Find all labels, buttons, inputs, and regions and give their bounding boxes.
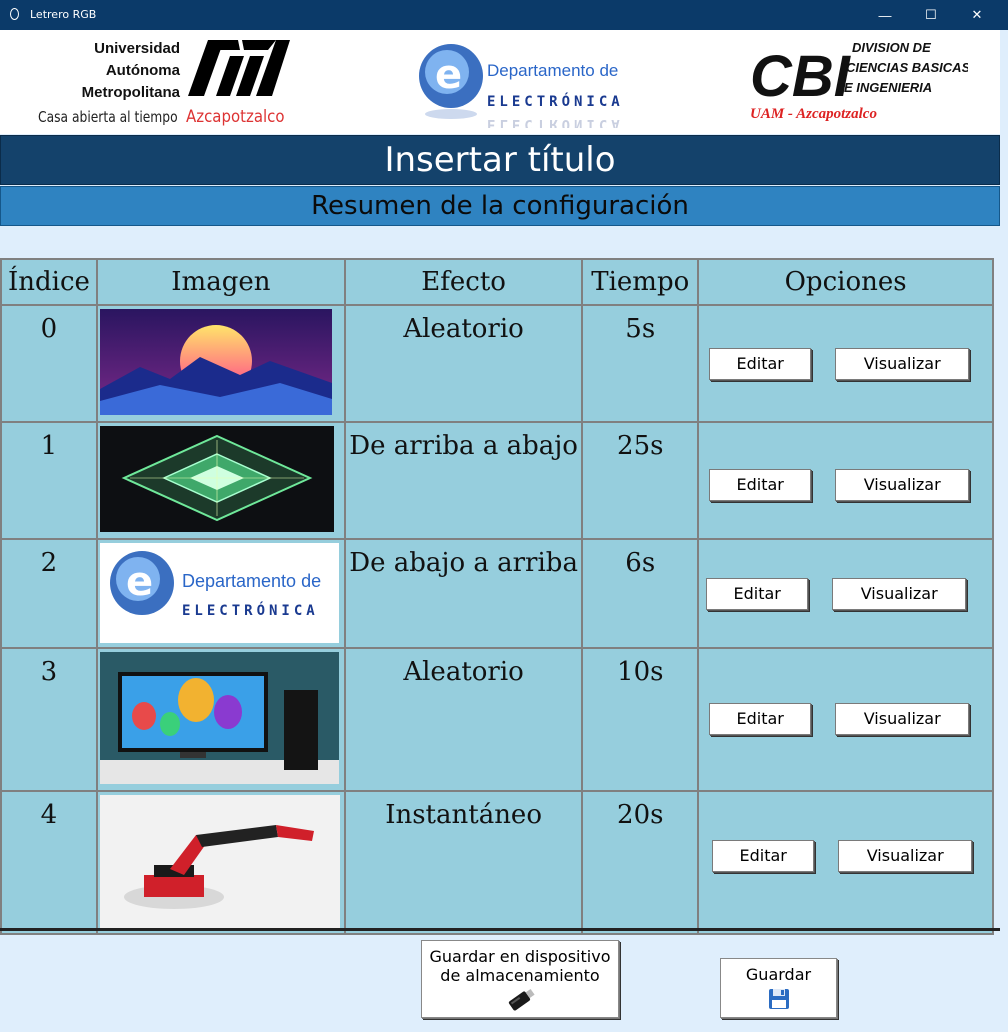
electronica-logo-image[interactable]: e Departamento de ELECTRÓNICA bbox=[99, 543, 339, 643]
row-image-cell bbox=[95, 647, 346, 792]
row-time: 10s bbox=[581, 647, 700, 792]
row-options: Editar Visualizar bbox=[697, 647, 994, 792]
row-options: Editar Visualizar bbox=[697, 790, 994, 935]
row-image-cell bbox=[95, 421, 346, 540]
balloons-monitor-image[interactable] bbox=[99, 652, 339, 784]
window-title: Letrero RGB bbox=[30, 8, 97, 21]
view-button[interactable]: Visualizar bbox=[835, 348, 970, 380]
svg-text:e: e bbox=[126, 559, 153, 605]
app-icon bbox=[10, 8, 19, 20]
col-header-image: Imagen bbox=[95, 258, 346, 306]
row-image-cell bbox=[95, 790, 346, 935]
col-header-index: Índice bbox=[0, 258, 98, 306]
row-time: 5s bbox=[581, 304, 700, 423]
electronica-logo: e Departamento de ELECTRÓNICA ELECTRÓNIC… bbox=[419, 44, 624, 128]
window-right-edge bbox=[1000, 30, 1008, 1032]
col-header-effect: Efecto bbox=[343, 258, 584, 306]
page-title: Insertar título bbox=[0, 135, 1000, 185]
footer-divider bbox=[0, 928, 1000, 931]
row-index: 2 bbox=[0, 538, 98, 649]
led-matrix-image[interactable] bbox=[99, 426, 334, 532]
dept-line1: Departamento de bbox=[487, 61, 618, 80]
row-effect: Aleatorio bbox=[343, 647, 584, 792]
robot-arm-image[interactable] bbox=[99, 795, 340, 929]
row-effect: De arriba a abajo bbox=[343, 421, 584, 540]
cbi-line3: E INGENIERIA bbox=[844, 80, 932, 95]
row-effect: De abajo a arriba bbox=[343, 538, 584, 649]
cbi-campus: UAM - Azcapotzalco bbox=[750, 106, 877, 122]
edit-button[interactable]: Editar bbox=[712, 840, 815, 872]
table-row: 4 Instantáneo 20s Editar Visualizar bbox=[0, 790, 994, 935]
row-index: 1 bbox=[0, 421, 98, 540]
synthwave-sunset-image[interactable] bbox=[99, 309, 332, 415]
edit-button[interactable]: Editar bbox=[706, 578, 809, 610]
row-effect: Instantáneo bbox=[343, 790, 584, 935]
table-row: 3 Aleatorio 10s Editar Visualizar bbox=[0, 647, 994, 792]
row-options: Editar Visualizar bbox=[697, 538, 994, 649]
uam-name-line3: Metropolitana bbox=[81, 84, 180, 101]
cbi-line2: CIENCIAS BASICAS bbox=[846, 60, 968, 75]
table-row: 2 e Departamento de ELECTRÓNICA De abajo… bbox=[0, 538, 994, 649]
uam-logo bbox=[188, 40, 290, 96]
row-time: 20s bbox=[581, 790, 700, 935]
close-button[interactable]: ✕ bbox=[954, 0, 1000, 30]
cbi-logo: CBI DIVISION DE CIENCIAS BASICAS E INGEN… bbox=[750, 40, 968, 122]
page-subtitle: Resumen de la configuración bbox=[0, 186, 1000, 226]
row-index: 3 bbox=[0, 647, 98, 792]
view-button[interactable]: Visualizar bbox=[832, 578, 967, 610]
cbi-short: CBI bbox=[750, 44, 852, 109]
view-button[interactable]: Visualizar bbox=[835, 703, 970, 735]
col-header-time: Tiempo bbox=[581, 258, 700, 306]
table-row: 0 Aleatorio 5s Editar Visualizar bbox=[0, 304, 994, 423]
row-index: 0 bbox=[0, 304, 98, 423]
row-time: 6s bbox=[581, 538, 700, 649]
row-effect: Aleatorio bbox=[343, 304, 584, 423]
save-to-device-button[interactable]: Guardar en dispositivo de almacenamiento bbox=[421, 940, 619, 1018]
floppy-disk-icon bbox=[768, 989, 789, 1009]
row-index: 4 bbox=[0, 790, 98, 935]
usb-drive-icon bbox=[508, 988, 535, 1011]
uam-name: Universidad Autónoma Metropolitana bbox=[38, 38, 180, 104]
save-button[interactable]: Guardar bbox=[720, 958, 837, 1018]
save-label: Guardar bbox=[745, 965, 812, 984]
row-image-cell: e Departamento de ELECTRÓNICA bbox=[95, 538, 346, 649]
save-device-line2: de almacenamiento bbox=[440, 966, 600, 985]
table-row: 1 De arriba a abajo 25s Editar Visualiza… bbox=[0, 421, 994, 540]
edit-button[interactable]: Editar bbox=[709, 703, 812, 735]
svg-text:e: e bbox=[435, 52, 462, 98]
save-device-line1: Guardar en dispositivo bbox=[429, 947, 611, 966]
edit-button[interactable]: Editar bbox=[709, 469, 812, 501]
maximize-button[interactable]: ☐ bbox=[908, 0, 954, 30]
uam-tagline: Casa abierta al tiempo bbox=[38, 108, 178, 126]
window-titlebar: Letrero RGB — ☐ ✕ bbox=[0, 0, 1008, 30]
header-logos: Universidad Autónoma Metropolitana Casa … bbox=[0, 30, 1000, 134]
view-button[interactable]: Visualizar bbox=[835, 469, 970, 501]
uam-campus: Azcapotzalco bbox=[186, 107, 285, 127]
col-header-options: Opciones bbox=[697, 258, 994, 306]
dept-line2: ELECTRÓNICA bbox=[487, 92, 624, 110]
uam-name-line2: Autónoma bbox=[105, 62, 180, 79]
table-header-row: Índice Imagen Efecto Tiempo Opciones bbox=[0, 258, 994, 306]
row-image-cell bbox=[95, 304, 346, 423]
row-options: Editar Visualizar bbox=[697, 421, 994, 540]
config-table: Índice Imagen Efecto Tiempo Opciones 0 A… bbox=[0, 258, 994, 935]
uam-name-line1: Universidad bbox=[94, 40, 180, 57]
edit-button[interactable]: Editar bbox=[709, 348, 812, 380]
cbi-line1: DIVISION DE bbox=[852, 40, 931, 55]
row-options: Editar Visualizar bbox=[697, 304, 994, 423]
thumb-dept-line2: ELECTRÓNICA bbox=[182, 601, 319, 619]
view-button[interactable]: Visualizar bbox=[838, 840, 973, 872]
minimize-button[interactable]: — bbox=[862, 0, 908, 30]
thumb-dept-line1: Departamento de bbox=[182, 571, 321, 591]
dept-line2-reflection: ELECTRÓNICA bbox=[487, 116, 624, 128]
row-time: 25s bbox=[581, 421, 700, 540]
